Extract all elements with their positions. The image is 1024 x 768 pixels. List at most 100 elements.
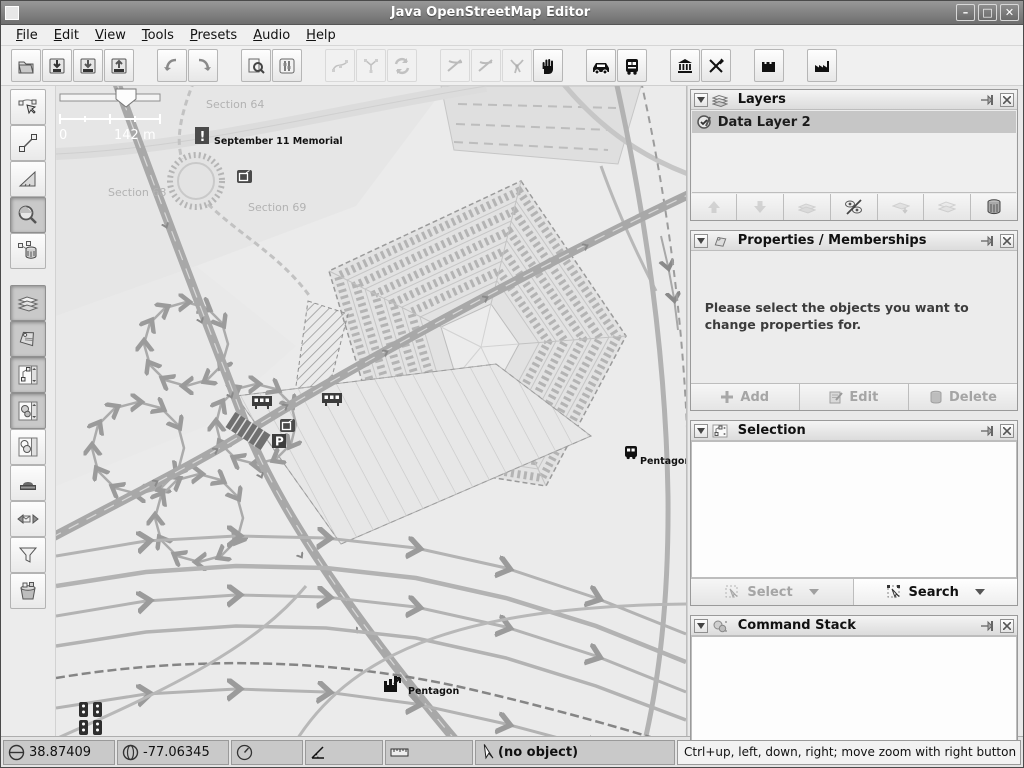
hand-button[interactable] <box>533 49 563 82</box>
pin-icon[interactable] <box>980 234 996 248</box>
layer-visibility-button[interactable] <box>831 194 878 220</box>
layer-up-icon <box>706 199 722 215</box>
relations-toggle-button[interactable] <box>10 429 46 465</box>
layers-panel-title: Layers <box>738 92 976 107</box>
edit-button[interactable]: Edit <box>800 384 909 410</box>
tool-pick-button[interactable] <box>440 49 470 82</box>
filter-toggle-button[interactable] <box>10 537 46 573</box>
layer-down-button[interactable] <box>737 194 784 220</box>
minimize-button[interactable]: – <box>956 4 975 21</box>
layer-delete-button[interactable] <box>971 194 1017 220</box>
pin-icon[interactable] <box>980 93 996 107</box>
draw-node-tool-button[interactable] <box>10 125 46 161</box>
selection-panel-title: Selection <box>738 423 976 438</box>
preferences-button[interactable] <box>272 49 302 82</box>
menu-audio[interactable]: Audio <box>246 26 297 45</box>
select-dropdown-caret[interactable] <box>809 589 819 595</box>
tool-pick-icon <box>445 56 465 76</box>
memorial-icon[interactable]: ! <box>195 127 209 145</box>
tool-pliers-button[interactable] <box>502 49 532 82</box>
layer-row[interactable]: Data Layer 2 <box>692 111 1016 133</box>
castle-button[interactable] <box>754 49 784 82</box>
zoom-dialog-button[interactable] <box>241 49 271 82</box>
command-stack-toggle-button[interactable] <box>10 393 46 429</box>
park-and-ride-icon[interactable]: P <box>272 434 286 449</box>
restaurant-button[interactable] <box>701 49 731 82</box>
select-icon <box>16 95 40 119</box>
upload-button[interactable] <box>104 49 134 82</box>
castle-icon <box>759 56 779 76</box>
measure-tool-button[interactable] <box>10 161 46 197</box>
bus-button[interactable] <box>617 49 647 82</box>
maximize-button[interactable]: □ <box>978 4 997 21</box>
layer-visibility-icon <box>844 198 864 216</box>
menu-edit[interactable]: Edit <box>47 26 86 45</box>
selection-panel-icon <box>712 424 728 438</box>
zoom-tool-button[interactable] <box>10 197 46 233</box>
properties-message: Please select the objects you want to ch… <box>691 251 1017 383</box>
tv-icon-2[interactable] <box>280 419 295 432</box>
command-stack-collapse-button[interactable] <box>694 619 708 633</box>
add-button[interactable]: Add <box>691 384 800 410</box>
menu-view[interactable]: View <box>88 26 133 45</box>
sync-button[interactable] <box>387 49 417 82</box>
command-stack-list[interactable] <box>691 636 1017 744</box>
download-button[interactable] <box>73 49 103 82</box>
menu-help[interactable]: Help <box>299 26 343 45</box>
tv-icon-1[interactable] <box>237 170 252 183</box>
open-button[interactable] <box>11 49 41 82</box>
object-value: (no object) <box>498 745 578 760</box>
command-stack-icon <box>16 399 40 423</box>
delete-tool-button[interactable] <box>10 233 46 269</box>
layer-up-button[interactable] <box>691 194 738 220</box>
conflict-toggle-button[interactable] <box>10 501 46 537</box>
layers-toggle-button[interactable] <box>10 285 46 321</box>
selection-list[interactable] <box>691 441 1017 578</box>
tool-pick2-button[interactable] <box>471 49 501 82</box>
layer-duplicate-button[interactable] <box>924 194 971 220</box>
map-canvas[interactable]: Section 64 Section 68 Section 69 ! Septe… <box>56 86 686 736</box>
delete-button[interactable]: Delete <box>909 384 1017 410</box>
selection-close-icon[interactable] <box>1000 424 1014 438</box>
layer-merge-button[interactable] <box>784 194 831 220</box>
pin-icon[interactable] <box>980 424 996 438</box>
menu-file[interactable]: File <box>9 26 45 45</box>
properties-collapse-button[interactable] <box>694 234 708 248</box>
menu-tools[interactable]: Tools <box>135 26 181 45</box>
redo-button[interactable] <box>188 49 218 82</box>
redo-icon <box>193 56 213 76</box>
changeset-toggle-button[interactable] <box>10 573 46 609</box>
save-button[interactable] <box>42 49 72 82</box>
pin-icon[interactable] <box>980 619 996 633</box>
delete-icon <box>16 239 40 263</box>
properties-close-icon[interactable] <box>1000 234 1014 248</box>
car-button[interactable] <box>586 49 616 82</box>
selection-panel: Selection Select Search <box>690 420 1018 606</box>
select-button[interactable]: Select <box>691 579 855 605</box>
car-icon <box>591 56 611 76</box>
selection-collapse-button[interactable] <box>694 424 708 438</box>
search-dropdown-caret[interactable] <box>975 589 985 595</box>
command-stack-close-icon[interactable] <box>1000 619 1014 633</box>
menu-presets[interactable]: Presets <box>183 26 244 45</box>
selection-toggle-button[interactable] <box>10 357 46 393</box>
layer-merge-down-button[interactable] <box>878 194 925 220</box>
factory-button[interactable] <box>807 49 837 82</box>
notes-toggle-button[interactable] <box>10 465 46 501</box>
select-tool-button[interactable] <box>10 89 46 125</box>
heading-icon <box>236 744 253 761</box>
edit-icon <box>829 390 843 404</box>
edit-tool-column <box>1 86 56 736</box>
layers-close-icon[interactable] <box>1000 93 1014 107</box>
sync-icon <box>392 56 412 76</box>
properties-toggle-button[interactable] <box>10 321 46 357</box>
close-button[interactable]: ✕ <box>1000 4 1019 21</box>
merge-ways-button[interactable] <box>325 49 355 82</box>
layers-list[interactable]: Data Layer 2 <box>692 111 1016 193</box>
station-label: Pentagon <box>408 686 459 697</box>
undo-button[interactable] <box>157 49 187 82</box>
split-way-button[interactable] <box>356 49 386 82</box>
search-button[interactable]: Search <box>854 579 1017 605</box>
layers-collapse-button[interactable] <box>694 93 708 107</box>
museum-button[interactable] <box>670 49 700 82</box>
